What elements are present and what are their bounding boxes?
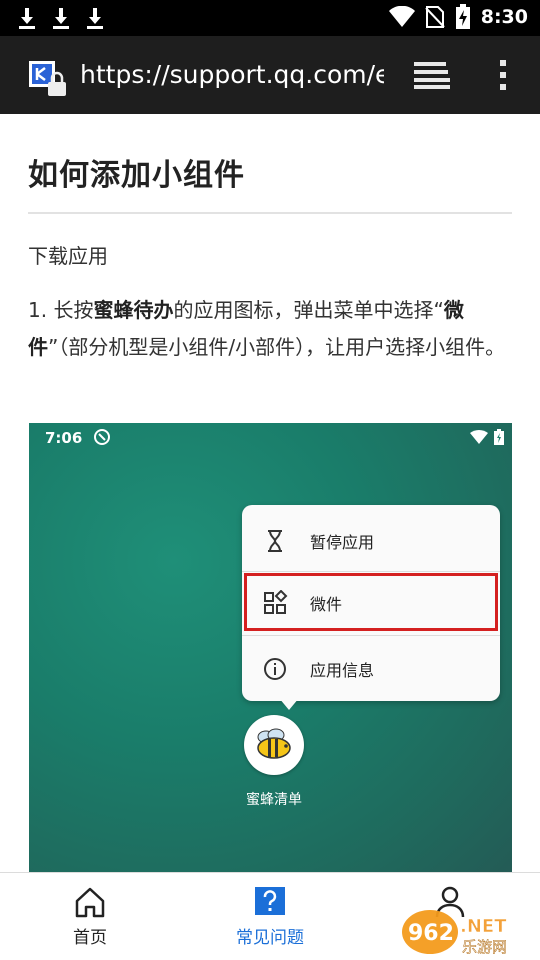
step-1-prefix: 1. 长按 (28, 298, 94, 322)
url-field[interactable]: https://support.qq.com/e (80, 60, 384, 90)
step-1-suffix: ”（部分机型是小组件/小部件），让用户选择小组件。 (48, 335, 506, 359)
menu-item-pause-app: 暂停应用 (242, 509, 500, 573)
tabs-icon[interactable] (412, 60, 452, 90)
wifi-icon (470, 430, 488, 444)
nav-home-label: 首页 (73, 928, 107, 948)
no-sim-icon (425, 6, 445, 28)
status-bar: 8:30 (0, 0, 540, 36)
download-icon (53, 8, 69, 29)
site-watermark-logo: 962 .NET 乐游网 (402, 910, 507, 956)
article-content[interactable]: 如何添加小组件 下载应用 1. 长按蜜蜂待办的应用图标，弹出菜单中选择“微件”（… (0, 114, 540, 872)
menu-item-label: 应用信息 (310, 661, 375, 680)
info-icon (264, 658, 286, 680)
screenshot-system-icons (470, 429, 504, 445)
status-bar-notifications (16, 6, 106, 30)
page-title: 如何添加小组件 (28, 158, 245, 193)
app-label: 蜜蜂清单 (246, 792, 302, 808)
sync-icon (94, 429, 110, 445)
highlight-box (244, 573, 498, 631)
tutorial-screenshot: 7:06 暂停应用 微件 应用信息 蜜蜂清单 (29, 423, 512, 872)
download-icon (87, 8, 103, 29)
battery-charging-icon (494, 429, 504, 445)
question-icon (255, 887, 285, 915)
section-subtitle: 下载应用 (28, 244, 108, 268)
step-1-app-name: 蜜蜂待办 (93, 298, 174, 322)
title-divider (28, 212, 512, 214)
nav-home[interactable]: 首页 (30, 885, 150, 948)
bee-icon (257, 728, 291, 759)
svg-text:962: 962 (408, 921, 454, 946)
screenshot-status-time: 7:06 (45, 429, 83, 447)
menu-divider (242, 635, 500, 636)
secure-site-favicon (29, 61, 66, 96)
nav-faq[interactable]: 常见问题 (210, 885, 330, 948)
wifi-icon (388, 6, 415, 27)
app-shortcut-menu: 暂停应用 微件 应用信息 (242, 505, 500, 701)
nav-faq-label: 常见问题 (236, 928, 304, 948)
download-icon (19, 8, 35, 29)
more-vert-icon[interactable] (496, 58, 510, 92)
battery-charging-icon (455, 4, 470, 29)
menu-item-label: 暂停应用 (310, 533, 375, 552)
svg-text:乐游网: 乐游网 (462, 938, 507, 956)
svg-text:.NET: .NET (460, 916, 507, 937)
bee-app-icon (244, 715, 304, 775)
menu-pointer (279, 698, 299, 710)
hourglass-icon (268, 530, 282, 552)
home-icon (75, 887, 105, 918)
status-bar-system: 8:30 (388, 4, 528, 30)
step-1-text: 1. 长按蜜蜂待办的应用图标，弹出菜单中选择“微件”（部分机型是小组件/小部件）… (28, 292, 512, 366)
step-1-mid: 的应用图标，弹出菜单中选择“ (173, 298, 444, 322)
browser-toolbar: https://support.qq.com/e (0, 36, 540, 114)
menu-item-app-info: 应用信息 (242, 637, 500, 701)
status-time: 8:30 (480, 6, 528, 28)
